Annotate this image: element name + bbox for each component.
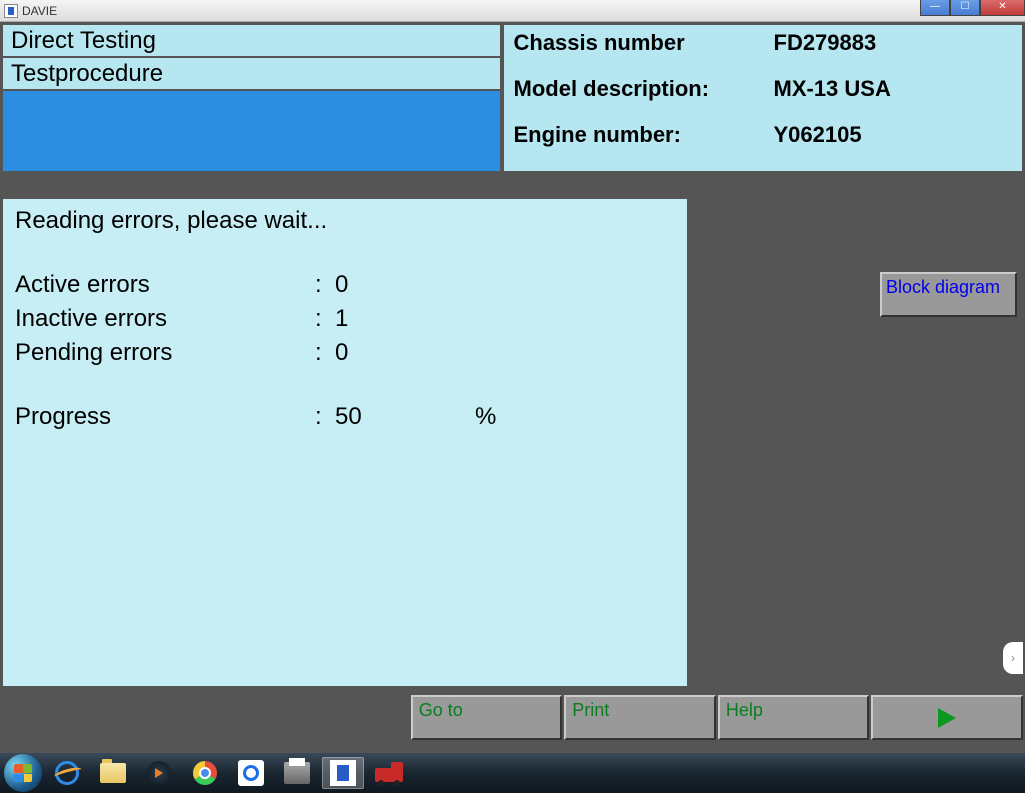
inactive-errors-row: Inactive errors : 1: [15, 305, 675, 333]
continue-button[interactable]: [871, 695, 1023, 740]
main-app: Direct Testing Testprocedure Chassis num…: [0, 22, 1025, 753]
taskbar-ie[interactable]: [46, 757, 88, 789]
active-errors-label: Active errors: [15, 271, 315, 299]
content-area: Reading errors, please wait... Active er…: [0, 196, 1025, 689]
pending-errors-value: 0: [335, 339, 475, 367]
taskbar-explorer[interactable]: [92, 757, 134, 789]
progress-label: Progress: [15, 403, 315, 431]
chassis-row: Chassis number FD279883: [514, 30, 1013, 56]
teamviewer-icon: [238, 760, 264, 786]
engine-row: Engine number: Y062105: [514, 122, 1013, 148]
left-breadcrumb-panel: Direct Testing Testprocedure: [2, 24, 501, 172]
side-area: Block diagram ›: [690, 198, 1023, 687]
model-row: Model description: MX-13 USA: [514, 76, 1013, 102]
progress-row: Progress : 50 %: [15, 403, 675, 431]
windows-logo-icon: [14, 764, 32, 782]
progress-value: 50: [335, 403, 475, 431]
active-errors-value: 0: [335, 271, 475, 299]
app-icon: [4, 4, 18, 18]
internet-explorer-icon: [55, 761, 79, 785]
truck-icon: [375, 762, 403, 784]
print-button[interactable]: Print: [564, 695, 716, 740]
davie-app-icon: [330, 760, 356, 786]
side-expand-tab[interactable]: ›: [1003, 642, 1023, 674]
status-panel: Reading errors, please wait... Active er…: [2, 198, 688, 687]
media-player-icon: [147, 761, 171, 785]
window-title: DAVIE: [22, 4, 57, 18]
progress-unit: %: [475, 403, 496, 431]
taskbar: [0, 753, 1025, 793]
maximize-button[interactable]: ☐: [950, 0, 980, 16]
pending-errors-row: Pending errors : 0: [15, 339, 675, 367]
taskbar-davie[interactable]: [322, 757, 364, 789]
chrome-icon: [193, 761, 217, 785]
breadcrumb-row-1[interactable]: Direct Testing: [2, 24, 501, 57]
play-icon: [938, 708, 956, 728]
breadcrumb-row-2[interactable]: Testprocedure: [2, 57, 501, 90]
minimize-button[interactable]: —: [920, 0, 950, 16]
top-header: Direct Testing Testprocedure Chassis num…: [0, 22, 1025, 174]
breadcrumb-row-selected[interactable]: [2, 90, 501, 172]
printer-icon: [284, 762, 310, 784]
inactive-errors-value: 1: [335, 305, 475, 333]
title-bar: DAVIE — ☐ ✕: [0, 0, 1025, 22]
active-errors-row: Active errors : 0: [15, 271, 675, 299]
block-diagram-button[interactable]: Block diagram: [880, 272, 1017, 317]
inactive-errors-label: Inactive errors: [15, 305, 315, 333]
pending-errors-label: Pending errors: [15, 339, 315, 367]
help-button[interactable]: Help: [718, 695, 870, 740]
taskbar-chrome[interactable]: [184, 757, 226, 789]
status-heading: Reading errors, please wait...: [15, 207, 675, 235]
taskbar-truck-app[interactable]: [368, 757, 410, 789]
taskbar-teamviewer[interactable]: [230, 757, 272, 789]
chassis-value: FD279883: [774, 30, 877, 56]
engine-label: Engine number:: [514, 122, 774, 148]
taskbar-media-player[interactable]: [138, 757, 180, 789]
start-button[interactable]: [4, 754, 42, 792]
window-controls: — ☐ ✕: [920, 0, 1025, 16]
close-button[interactable]: ✕: [980, 0, 1025, 16]
taskbar-printer[interactable]: [276, 757, 318, 789]
model-value: MX-13 USA: [774, 76, 891, 102]
folder-icon: [100, 763, 126, 783]
chassis-label: Chassis number: [514, 30, 774, 56]
bottom-toolbar: Go to Print Help: [0, 695, 1025, 740]
vehicle-info-panel: Chassis number FD279883 Model descriptio…: [503, 24, 1024, 172]
goto-button[interactable]: Go to: [411, 695, 563, 740]
model-label: Model description:: [514, 76, 774, 102]
engine-value: Y062105: [774, 122, 862, 148]
